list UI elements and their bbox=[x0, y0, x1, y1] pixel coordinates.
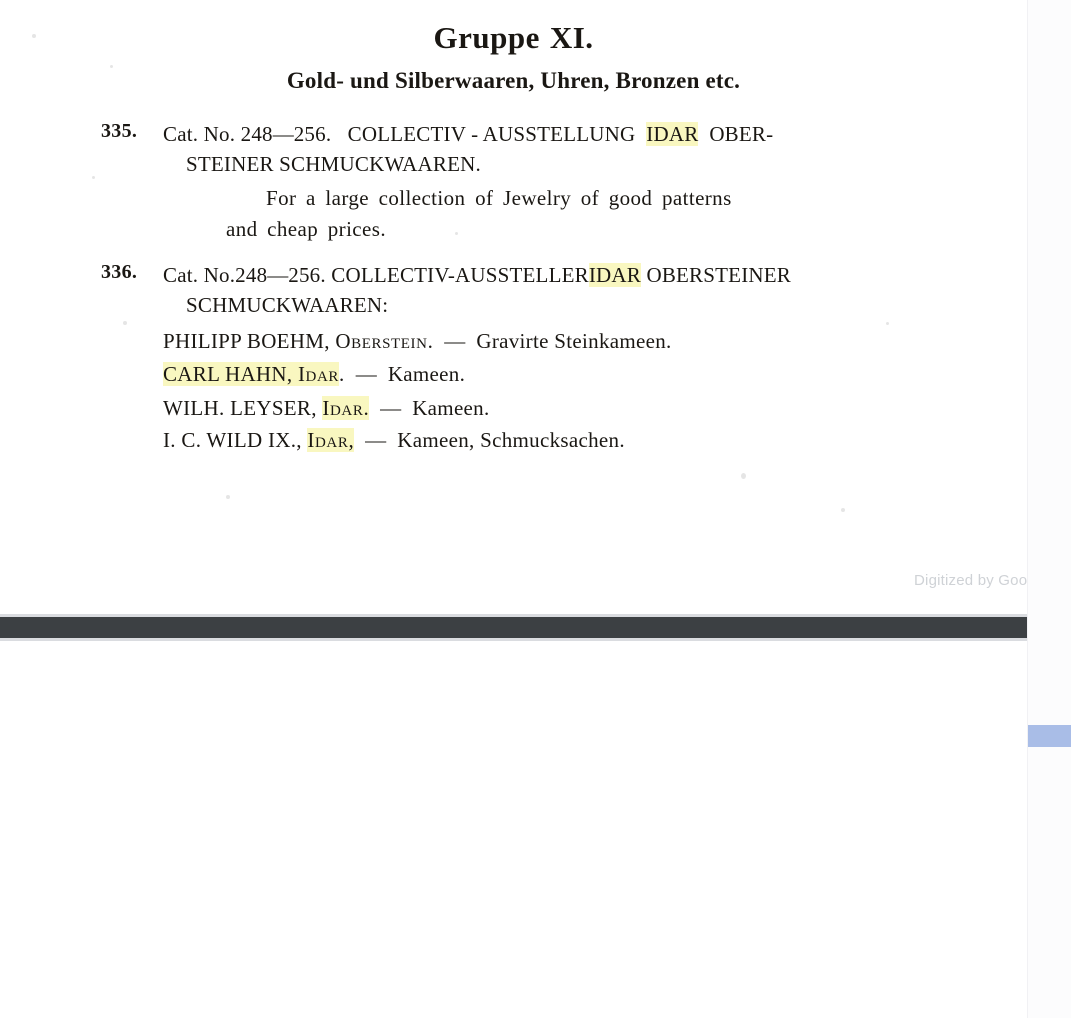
entry-336-catalog-b: 256. bbox=[288, 263, 326, 287]
maker-name: WILH. LEYSER, bbox=[163, 396, 317, 420]
entry-335-ober: OBER- bbox=[709, 122, 774, 146]
maker-place-suffix: . bbox=[427, 329, 434, 353]
maker-place-suffix: , bbox=[348, 428, 355, 452]
entry-335-catalog-a: Cat. No. 248 bbox=[163, 122, 273, 146]
maker-line: WILH. LEYSER, Idar. — Kameen. bbox=[163, 392, 490, 425]
maker-dash: — bbox=[365, 428, 387, 452]
document-viewer[interactable]: Gruppe XI. Gold- und Silberwaaren, Uhren,… bbox=[0, 0, 1027, 1018]
entry-335-heading: Cat. No. 248—256. COLLECTIV - AUSSTELLUN… bbox=[163, 119, 923, 149]
page-title: Gruppe XI. bbox=[0, 20, 1027, 56]
maker-line: PHILIPP BOEHM, Oberstein. — Gravirte Ste… bbox=[163, 325, 672, 358]
digitized-watermark: Digitized by Goo bbox=[914, 572, 1027, 589]
entry-336-dash: — bbox=[267, 263, 289, 287]
entry-number-335: 335. bbox=[101, 120, 138, 142]
maker-place: Idar bbox=[322, 396, 364, 420]
maker-goods: Kameen. bbox=[387, 362, 466, 386]
entry-335-note-line1: For a large collection of Jewelry of goo… bbox=[266, 186, 732, 210]
entry-336-heading: Cat. No.248—256. COLLECTIV-AUSSTELLERIDA… bbox=[163, 260, 923, 290]
maker-place-suffix: . bbox=[363, 396, 369, 420]
maker-line: I. C. WILD IX., Idar, — Kameen, Schmucks… bbox=[163, 424, 625, 457]
entry-336-catalog-a: Cat. No.248 bbox=[163, 263, 268, 287]
maker-dash: — bbox=[444, 329, 466, 353]
maker-name: PHILIPP BOEHM, bbox=[163, 329, 330, 353]
maker-line: CARL HAHN, Idar. — Kameen. bbox=[163, 358, 465, 391]
maker-goods: Gravirte Steinkameen. bbox=[476, 329, 672, 353]
entry-335-catalog-b: 256. bbox=[293, 122, 332, 146]
entry-336-collective-label: COLLECTIV-AUSSTELLER bbox=[331, 263, 589, 287]
group-title-word: Gruppe bbox=[433, 20, 540, 55]
entry-336-heading-line2: SCHMUCKWAAREN: bbox=[186, 293, 389, 317]
maker-place: Idar bbox=[307, 428, 349, 452]
maker-goods: Kameen. bbox=[412, 396, 490, 420]
entry-335-highlight-idar: IDAR bbox=[646, 122, 699, 146]
entry-335-heading-line2: STEINER SCHMUCKWAAREN. bbox=[186, 152, 481, 176]
entry-335-note-line2: and cheap prices. bbox=[226, 217, 386, 241]
entry-335-collective-label: COLLECTIV - AUSSTELLUNG bbox=[347, 122, 636, 146]
maker-name: CARL HAHN, bbox=[163, 362, 293, 386]
entry-336-ober: OBERSTEINER bbox=[646, 263, 791, 287]
entry-number-336: 336. bbox=[101, 261, 138, 283]
vertical-scrollbar-thumb[interactable] bbox=[1028, 725, 1071, 747]
maker-goods: Kameen, Schmucksachen. bbox=[397, 428, 625, 452]
scanned-page-1: Gruppe XI. Gold- und Silberwaaren, Uhren,… bbox=[0, 0, 1027, 614]
maker-place: Oberstein bbox=[335, 329, 428, 353]
entry-335-dash: — bbox=[272, 122, 294, 146]
entry-336-highlight-idar: IDAR bbox=[588, 263, 641, 287]
group-number: XI. bbox=[549, 20, 594, 55]
maker-dash: — bbox=[380, 396, 402, 420]
vertical-scrollbar-track[interactable] bbox=[1027, 0, 1071, 1018]
group-subtitle: Gold- und Silberwaaren, Uhren, Bronzen e… bbox=[286, 68, 741, 93]
maker-place: Idar bbox=[297, 362, 340, 386]
maker-place-suffix: . bbox=[339, 362, 345, 386]
maker-dash: — bbox=[355, 362, 377, 386]
page-separator-bar bbox=[0, 614, 1027, 641]
maker-name: I. C. WILD IX., bbox=[163, 428, 302, 452]
